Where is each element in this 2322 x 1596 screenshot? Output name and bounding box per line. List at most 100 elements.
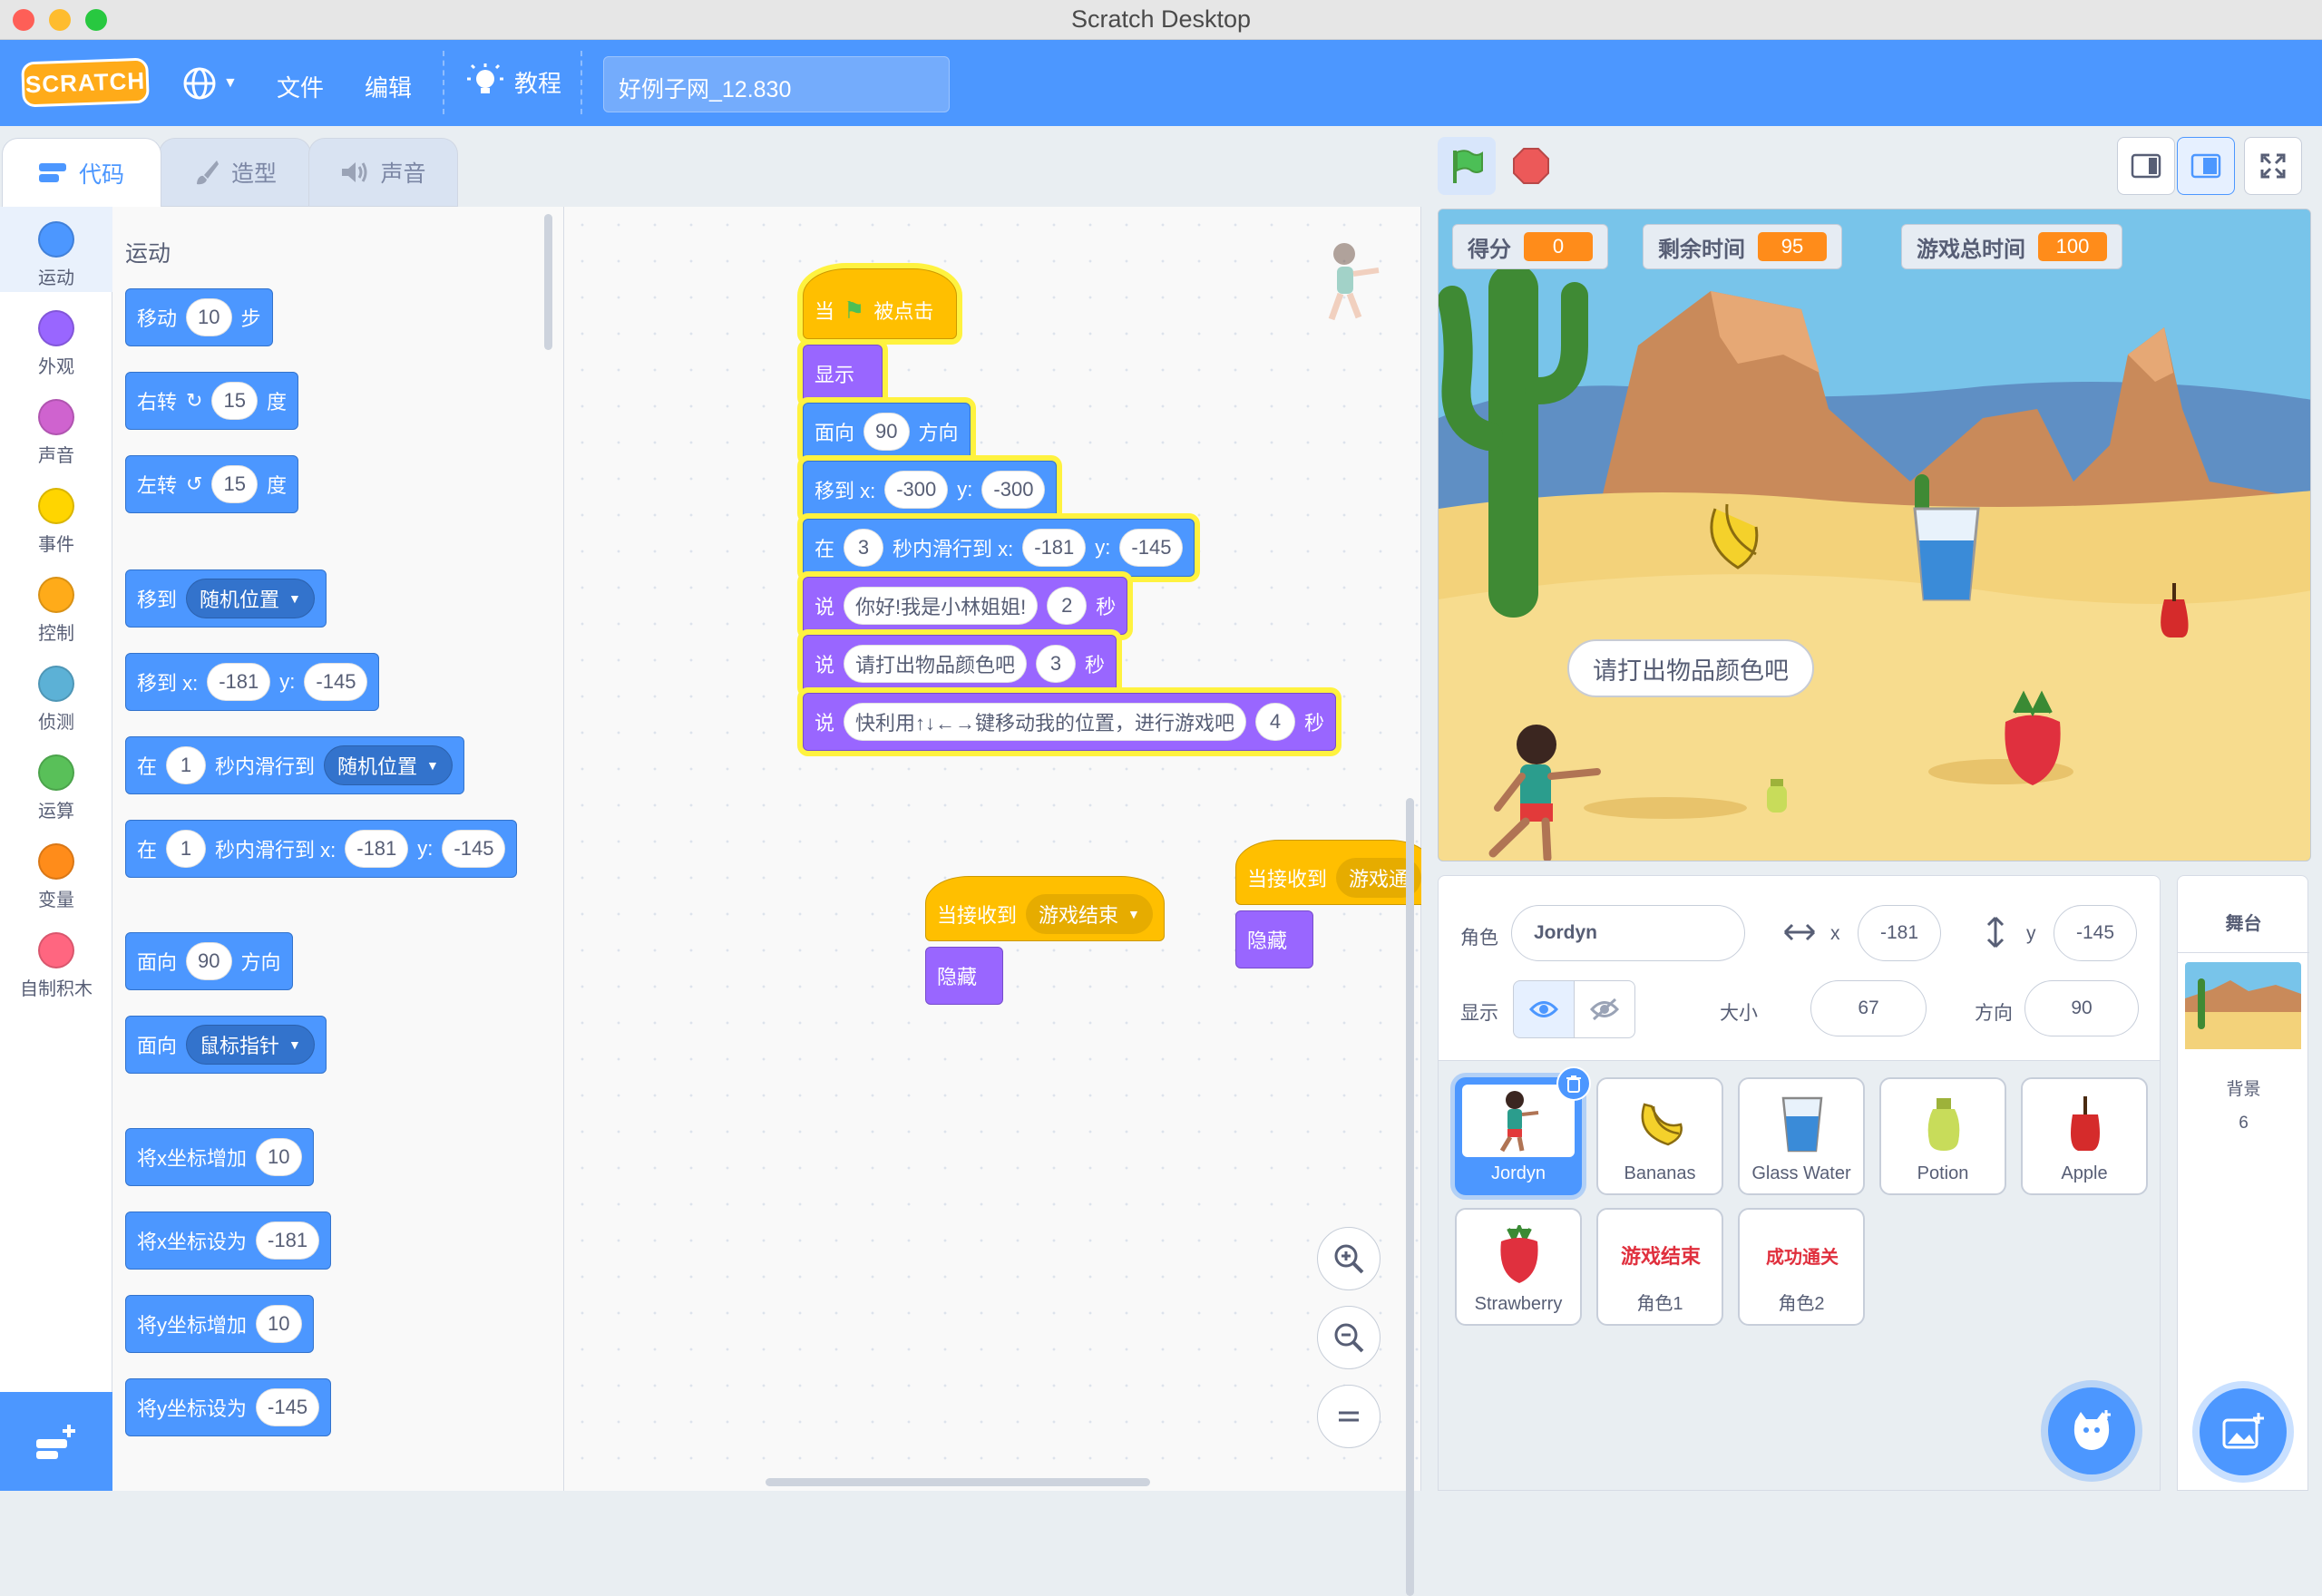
- zoom-reset-button[interactable]: [1317, 1385, 1381, 1448]
- project-title-input[interactable]: 好例子网_12.830: [603, 56, 950, 112]
- script-workspace[interactable]: 当 ⚑ 被点击 显示 面向 90 方向 移到 x: -300 y: -300 在 3 秒内滑行到 …: [564, 207, 1421, 1596]
- tab-sounds[interactable]: 声音: [308, 138, 458, 207]
- tutorials-label: 教程: [514, 69, 562, 97]
- workspace-horizontal-scrollbar[interactable]: [766, 1478, 1150, 1486]
- delete-sprite-button[interactable]: [1556, 1066, 1591, 1101]
- tab-costumes[interactable]: 造型: [159, 138, 311, 207]
- dropdown-arrow-icon: ▼: [288, 1037, 301, 1052]
- tutorials-button[interactable]: 教程: [467, 63, 561, 100]
- workspace-vertical-scrollbar[interactable]: [1406, 798, 1414, 1596]
- category-events[interactable]: 事件: [0, 488, 112, 556]
- block-point-direction[interactable]: 面向 90 方向: [125, 932, 293, 990]
- add-backdrop-button[interactable]: [2200, 1388, 2287, 1475]
- sprite-tile-sprite1[interactable]: 游戏结束 角色1: [1596, 1208, 1723, 1326]
- edit-menu[interactable]: 编辑: [365, 70, 412, 103]
- block-hide[interactable]: 隐藏: [925, 947, 1003, 1005]
- strawberry-icon: [1500, 1225, 1538, 1283]
- block-set-x[interactable]: 将x坐标设为 -181: [125, 1212, 332, 1270]
- category-control[interactable]: 控制: [0, 577, 112, 645]
- category-motion[interactable]: 运动: [0, 221, 112, 289]
- block-point-towards[interactable]: 面向 鼠标指针 ▼: [125, 1016, 327, 1074]
- sprite-tile-strawberry[interactable]: Strawberry: [1455, 1208, 1582, 1326]
- stage-target-pane[interactable]: 舞台 背景 6: [2177, 875, 2309, 1491]
- hide-sprite-button[interactable]: [1574, 980, 1635, 1038]
- sprite-name: 角色1: [1636, 1294, 1683, 1314]
- small-stage-button[interactable]: [2117, 137, 2175, 195]
- sprite-name: 角色2: [1778, 1294, 1825, 1314]
- block-change-y[interactable]: 将y坐标增加 10: [125, 1295, 314, 1353]
- sprite-name-input[interactable]: Jordyn: [1511, 905, 1745, 961]
- eye-slash-icon: [1590, 998, 1619, 1021]
- block-go-to-xy[interactable]: 移到 x: -181 y: -145: [125, 653, 380, 711]
- file-menu[interactable]: 文件: [277, 70, 324, 103]
- block-turn-right[interactable]: 右转 ↻ 15 度: [125, 372, 298, 430]
- window-title: Scratch Desktop: [1070, 5, 1252, 33]
- green-flag-button[interactable]: [1438, 137, 1496, 195]
- category-my-blocks[interactable]: 自制积木: [0, 932, 112, 1000]
- horizontal-arrows-icon: [1783, 923, 1816, 941]
- category-looks[interactable]: 外观: [0, 310, 112, 378]
- sprite-name: Glass Water: [1751, 1163, 1851, 1183]
- block-when-receive[interactable]: 当接收到 游戏结束 ▼: [925, 876, 1165, 941]
- category-sensing[interactable]: 侦测: [0, 666, 112, 734]
- block-say-for-secs[interactable]: 说请打出物品颜色吧 3 秒: [803, 635, 1117, 693]
- sprite-tile-bananas[interactable]: Bananas: [1596, 1077, 1723, 1195]
- turn-left-icon: ↺: [186, 472, 203, 495]
- y-input[interactable]: -145: [2054, 905, 2137, 961]
- zoom-out-button[interactable]: [1317, 1306, 1381, 1369]
- bananas-thumb: [1621, 1088, 1701, 1161]
- large-stage-button[interactable]: [2177, 137, 2235, 195]
- block-say-for-secs[interactable]: 说快利用↑↓←→键移动我的位置，进行游戏吧 4 秒: [803, 693, 1337, 751]
- block-change-x[interactable]: 将x坐标增加 10: [125, 1128, 314, 1186]
- category-variables[interactable]: 变量: [0, 843, 112, 911]
- glass-water-icon: [1913, 507, 1980, 601]
- size-input[interactable]: 67: [1810, 980, 1927, 1036]
- show-sprite-button[interactable]: [1513, 980, 1575, 1038]
- code-blocks-icon: [38, 162, 66, 182]
- backdrop-count: 6: [2239, 1114, 2249, 1133]
- category-operators[interactable]: 运算: [0, 754, 112, 822]
- block-hide[interactable]: 隐藏: [1235, 910, 1313, 968]
- block-go-to[interactable]: 移到 随机位置 ▼: [125, 569, 327, 628]
- speaker-icon: [342, 162, 367, 182]
- language-menu[interactable]: ▼: [181, 63, 247, 103]
- sprite-tile-apple[interactable]: Apple: [2021, 1077, 2148, 1195]
- block-show[interactable]: 显示: [803, 345, 883, 403]
- block-turn-left[interactable]: 左转 ↺ 15 度: [125, 455, 298, 513]
- category-sound[interactable]: 声音: [0, 399, 112, 467]
- sprite-tile-jordyn[interactable]: Jordyn: [1455, 1066, 1591, 1195]
- block-glide-to[interactable]: 在 1 秒内滑行到 随机位置 ▼: [125, 736, 464, 794]
- jordyn-thumb: [1462, 1085, 1575, 1157]
- block-category-menu: 运动 外观 声音 事件 控制 侦测 运算 变量 自制积木: [0, 207, 112, 1491]
- sprite-name: Potion: [1917, 1163, 1969, 1183]
- block-set-y[interactable]: 将y坐标设为 -145: [125, 1378, 332, 1436]
- current-sprite-watermark: [1328, 243, 1380, 321]
- block-point-direction[interactable]: 面向 90 方向: [803, 403, 971, 461]
- stop-button[interactable]: [1502, 137, 1560, 195]
- block-glide-to-xy[interactable]: 在 1 秒内滑行到 x: -181 y: -145: [125, 820, 518, 878]
- sprite-tile-glass-water[interactable]: Glass Water: [1738, 1077, 1865, 1195]
- block-when-receive[interactable]: 当接收到 游戏通: [1235, 840, 1421, 905]
- stage-canvas[interactable]: 请打出物品颜色吧 得分 0 剩余时间 95 游戏总时间 100: [1438, 209, 2311, 861]
- sprite-tile-potion[interactable]: Potion: [1879, 1077, 2006, 1195]
- scratch-logo[interactable]: SCRATCH: [21, 57, 150, 108]
- palette-scrollbar[interactable]: [544, 214, 552, 350]
- add-extension-button[interactable]: [0, 1392, 112, 1491]
- tab-code[interactable]: 代码: [2, 138, 161, 207]
- jordyn-icon: [1499, 1091, 1539, 1153]
- tab-code-label: 代码: [78, 161, 124, 188]
- add-sprite-button[interactable]: [2048, 1387, 2135, 1474]
- block-say-for-secs[interactable]: 说你好!我是小林姐姐! 2 秒: [803, 577, 1128, 635]
- backdrop-thumbnail: [2185, 962, 2301, 1049]
- fullscreen-button[interactable]: [2244, 137, 2302, 195]
- zoom-in-button[interactable]: [1317, 1227, 1381, 1290]
- block-move-steps[interactable]: 移动 10 步: [125, 288, 273, 346]
- x-input[interactable]: -181: [1858, 905, 1941, 961]
- direction-input[interactable]: 90: [2024, 980, 2139, 1036]
- stage-header: [1424, 126, 2322, 208]
- block-glide-to-xy[interactable]: 在 3 秒内滑行到 x: -181 y: -145: [803, 519, 1195, 577]
- sprite-name: Strawberry: [1474, 1294, 1563, 1314]
- block-go-to-xy[interactable]: 移到 x: -300 y: -300: [803, 461, 1058, 519]
- block-when-flag-clicked[interactable]: 当 ⚑ 被点击: [803, 268, 957, 339]
- sprite-tile-sprite2[interactable]: 成功通关 角色2: [1738, 1208, 1865, 1326]
